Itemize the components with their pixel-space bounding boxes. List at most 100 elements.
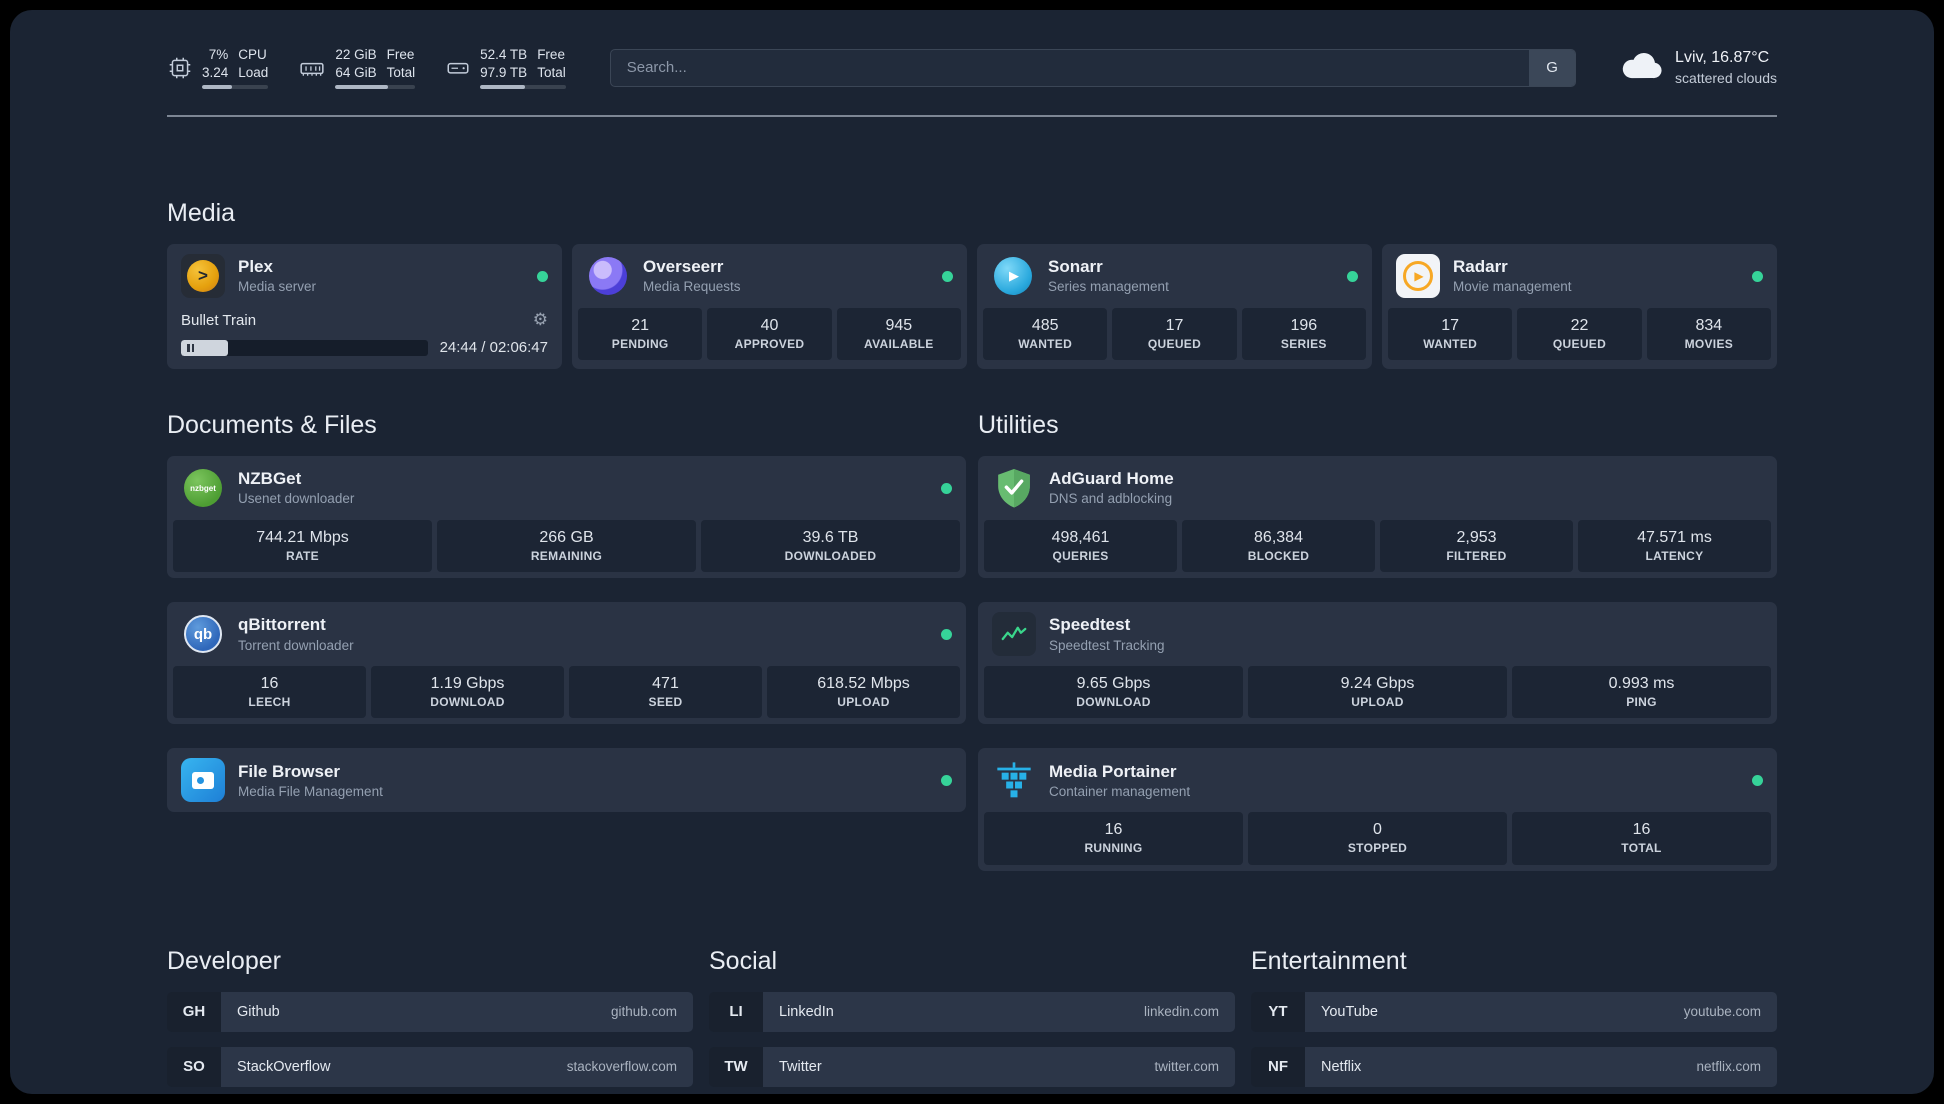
memory-total: 64 GiB xyxy=(335,64,377,80)
stat-label: UPLOAD xyxy=(837,694,890,709)
playback-progress-bar[interactable] xyxy=(181,339,428,356)
stat-label: PENDING xyxy=(611,336,669,351)
bookmark-link-netflix[interactable]: Netflix netflix.com xyxy=(1305,1046,1777,1087)
bookmark-link-youtube[interactable]: YouTube youtube.com xyxy=(1305,991,1777,1032)
cpu-monitor: 7% 3.24 CPU Load xyxy=(167,46,269,90)
service-link-qbittorrent[interactable]: qb qBittorrent Torrent downloader xyxy=(167,602,966,666)
memory-usage-bar xyxy=(335,85,416,90)
qbittorrent-icon: qb xyxy=(181,612,225,656)
portainer-crane-icon xyxy=(992,758,1036,802)
stat-tile: 266 GB REMAINING xyxy=(437,520,696,573)
stat-label: BLOCKED xyxy=(1247,548,1310,563)
service-card-plex: Plex Media server Bullet Train xyxy=(167,244,562,370)
service-card-sonarr: Sonarr Series management 485 WANTED 17 Q… xyxy=(977,244,1372,370)
bookmark-name: Netflix xyxy=(1321,1058,1362,1075)
stat-tile: 618.52 Mbps UPLOAD xyxy=(767,666,960,719)
now-playing-title: Bullet Train xyxy=(181,311,257,329)
service-link-radarr[interactable]: Radarr Movie management xyxy=(1382,244,1777,308)
service-name: Media Portainer xyxy=(1049,761,1177,781)
bookmark-name: Twitter xyxy=(779,1058,822,1075)
bookmark-abbr: LI xyxy=(709,991,763,1032)
bookmark-row: TW Twitter twitter.com xyxy=(709,1046,1235,1087)
bookmark-url: stackoverflow.com xyxy=(566,1059,677,1075)
bookmark-link-twitter[interactable]: Twitter twitter.com xyxy=(763,1046,1235,1087)
memory-monitor: 22 GiB 64 GiB Free Total xyxy=(298,46,416,90)
stat-tile: 40 APPROVED xyxy=(707,308,832,361)
cpu-chip-icon xyxy=(167,55,193,81)
stat-label: UPLOAD xyxy=(1351,694,1404,709)
cpu-label: CPU xyxy=(238,47,267,62)
bookmark-link-linkedin[interactable]: LinkedIn linkedin.com xyxy=(763,991,1235,1032)
service-card-nzbget: nzbget NZBGet Usenet downloader 744.21 M… xyxy=(167,456,966,579)
radarr-icon xyxy=(1396,254,1440,299)
cpu-load: 3.24 xyxy=(202,64,229,80)
service-link-portainer[interactable]: Media Portainer Container management xyxy=(978,748,1777,812)
weather-location: Lviv, 16.87°C xyxy=(1675,49,1770,67)
bookmark-link-stackoverflow[interactable]: StackOverflow stackoverflow.com xyxy=(221,1046,693,1087)
service-description: Usenet downloader xyxy=(238,491,355,507)
cpu-usage-bar xyxy=(202,85,269,90)
sonarr-icon xyxy=(991,254,1035,298)
disk-free: 52.4 TB xyxy=(480,47,528,62)
service-card-filebrowser: File Browser Media File Management xyxy=(167,748,966,813)
section-title-documents: Documents & Files xyxy=(167,411,377,440)
stat-tile: 834 MOVIES xyxy=(1646,308,1771,361)
stat-value: 16 xyxy=(260,675,279,693)
bookmark-row: LI LinkedIn linkedin.com xyxy=(709,991,1235,1032)
stat-tile: 498,461 QUERIES xyxy=(984,520,1177,573)
bookmark-url: github.com xyxy=(610,1004,677,1020)
stat-label: AVAILABLE xyxy=(864,336,934,351)
stat-value: 834 xyxy=(1695,317,1723,335)
bookmark-url: youtube.com xyxy=(1683,1004,1761,1020)
service-card-speedtest: Speedtest Speedtest Tracking 9.65 Gbps D… xyxy=(978,602,1777,725)
gear-icon[interactable] xyxy=(533,310,548,330)
stat-value: 485 xyxy=(1031,317,1059,335)
service-link-overseerr[interactable]: Overseerr Media Requests xyxy=(572,244,967,308)
stat-value: 17 xyxy=(1165,317,1184,335)
service-link-speedtest[interactable]: Speedtest Speedtest Tracking xyxy=(978,602,1777,666)
bookmark-name: StackOverflow xyxy=(237,1058,331,1075)
memory-free: 22 GiB xyxy=(335,47,377,62)
service-link-filebrowser[interactable]: File Browser Media File Management xyxy=(167,748,966,812)
stat-value: 945 xyxy=(885,317,913,335)
service-link-nzbget[interactable]: nzbget NZBGet Usenet downloader xyxy=(167,456,966,520)
stat-value: 40 xyxy=(760,317,779,335)
service-link-adguard[interactable]: AdGuard Home DNS and adblocking xyxy=(978,456,1777,520)
stat-tile: 86,384 BLOCKED xyxy=(1182,520,1375,573)
service-description: Media server xyxy=(238,279,317,295)
service-link-plex[interactable]: Plex Media server xyxy=(167,244,562,308)
bookmark-group-developer: Developer GH Github github.com SO StackO… xyxy=(167,947,693,1094)
disk-usage-bar xyxy=(480,85,566,90)
stat-value: 21 xyxy=(631,317,650,335)
bookmark-url: twitter.com xyxy=(1154,1059,1219,1075)
stat-label: FILTERED xyxy=(1446,548,1507,563)
search-provider-button[interactable]: G xyxy=(1529,49,1576,86)
bookmark-link-github[interactable]: Github github.com xyxy=(221,991,693,1032)
search-input[interactable] xyxy=(609,48,1577,87)
service-description: Series management xyxy=(1048,279,1169,295)
service-link-sonarr[interactable]: Sonarr Series management xyxy=(977,244,1372,308)
pause-icon[interactable] xyxy=(187,343,194,352)
disk-total: 97.9 TB xyxy=(480,64,528,80)
stat-tile: 22 QUEUED xyxy=(1517,308,1642,361)
bookmark-abbr: YT xyxy=(1251,991,1305,1032)
topbar-divider xyxy=(167,115,1777,118)
cpu-load-label: Load xyxy=(238,64,269,80)
disk-monitor: 52.4 TB 97.9 TB Free Total xyxy=(445,46,566,90)
overseerr-icon xyxy=(586,254,630,298)
service-card-adguard: AdGuard Home DNS and adblocking 498,461 … xyxy=(978,456,1777,579)
playback-time: 24:44 / 02:06:47 xyxy=(439,339,548,357)
stat-label: REMAINING xyxy=(530,548,603,563)
stat-value: 2,953 xyxy=(1456,529,1497,547)
bookmark-name: Github xyxy=(237,1003,280,1020)
stat-label: RUNNING xyxy=(1084,841,1143,856)
memory-icon xyxy=(298,55,326,81)
stat-value: 17 xyxy=(1441,317,1460,335)
stat-tile: 0 STOPPED xyxy=(1248,812,1507,865)
stat-value: 0.993 ms xyxy=(1608,675,1675,693)
service-description: DNS and adblocking xyxy=(1049,491,1173,507)
section-title-media: Media xyxy=(167,199,236,228)
bookmark-abbr: GH xyxy=(167,991,221,1032)
stat-value: 498,461 xyxy=(1051,529,1110,547)
weather-widget: Lviv, 16.87°C scattered clouds xyxy=(1620,47,1777,87)
